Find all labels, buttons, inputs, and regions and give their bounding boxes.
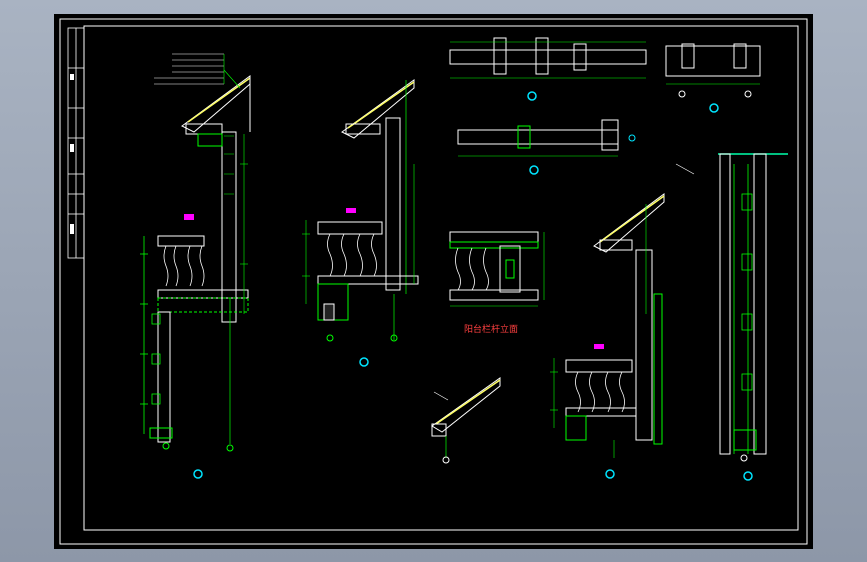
drawing-sheet: 阳台栏杆立面 xyxy=(59,18,808,545)
plan-strip-middle xyxy=(457,119,636,175)
plan-strip-top xyxy=(449,37,647,101)
eave-detail-small xyxy=(431,377,501,464)
balcony-railing-elevation: 阳台栏杆立面 xyxy=(449,231,545,335)
balcony-elevation-title: 阳台栏杆立面 xyxy=(464,323,518,335)
wall-section-detail-3 xyxy=(550,193,665,479)
title-block xyxy=(67,27,85,259)
wall-section-detail-1 xyxy=(140,53,251,479)
inner-frame xyxy=(83,25,799,531)
plan-detail-top-right xyxy=(665,43,761,113)
cad-viewport[interactable]: 阳台栏杆立面 xyxy=(54,14,813,549)
wall-section-detail-2 xyxy=(302,79,419,367)
outer-frame xyxy=(59,18,808,545)
wall-section-detail-4 xyxy=(675,153,788,481)
